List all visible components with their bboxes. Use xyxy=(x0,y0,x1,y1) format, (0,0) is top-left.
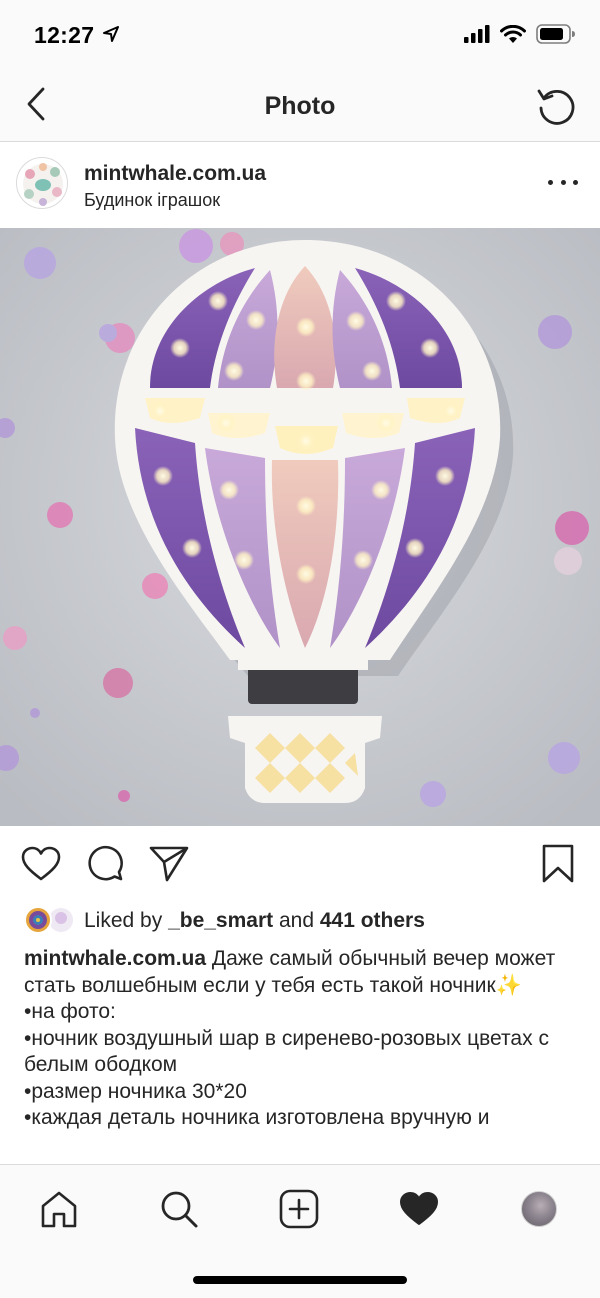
home-icon xyxy=(41,1191,77,1228)
avatar-image xyxy=(23,163,63,206)
like-button[interactable] xyxy=(21,844,61,884)
avatar[interactable] xyxy=(16,157,68,209)
caption-line: •на фото: xyxy=(24,1000,116,1023)
tab-profile[interactable] xyxy=(517,1187,561,1231)
post-header: mintwhale.com.ua Будинок іграшок xyxy=(0,142,600,228)
signal-icon xyxy=(464,25,490,43)
liked-by-user[interactable]: _be_smart xyxy=(168,909,273,932)
search-icon xyxy=(161,1191,198,1228)
status-icons xyxy=(464,24,576,44)
status-bar: 12:27 xyxy=(0,0,600,70)
tab-new-post[interactable] xyxy=(277,1187,321,1231)
tab-home[interactable] xyxy=(37,1187,81,1231)
save-button[interactable] xyxy=(538,844,578,884)
comment-button[interactable] xyxy=(85,844,125,884)
more-options-button[interactable] xyxy=(548,172,578,192)
balloon-night-light-photo xyxy=(0,228,600,826)
comment-icon xyxy=(88,845,123,881)
heart-icon xyxy=(21,846,61,881)
caption-username[interactable]: mintwhale.com.ua xyxy=(24,947,206,970)
post-location[interactable]: Будинок іграшок xyxy=(84,190,220,211)
battery-icon xyxy=(536,24,575,44)
bookmark-icon xyxy=(542,844,574,883)
liker-avatars[interactable] xyxy=(24,905,76,935)
post-caption: mintwhale.com.ua Даже самый обычный вече… xyxy=(24,946,576,1132)
more-icon xyxy=(548,179,553,185)
likes-text[interactable]: Liked by _be_smart and 441 others xyxy=(84,909,425,933)
share-button[interactable] xyxy=(149,844,189,884)
share-icon xyxy=(149,846,189,882)
likes-row: Liked by _be_smart and 441 others xyxy=(0,900,600,940)
caption-line: •ночник воздушный шар в сиренево-розовых… xyxy=(24,1026,549,1077)
location-arrow-icon xyxy=(103,26,120,42)
home-indicator[interactable] xyxy=(193,1276,407,1284)
refresh-button[interactable] xyxy=(534,84,578,128)
activity-heart-icon xyxy=(400,1192,438,1225)
refresh-icon xyxy=(537,89,575,125)
post-username[interactable]: mintwhale.com.ua xyxy=(84,162,266,186)
add-icon xyxy=(279,1189,319,1229)
status-time: 12:27 xyxy=(34,22,120,49)
profile-avatar xyxy=(521,1191,557,1227)
page-title: Photo xyxy=(264,92,336,120)
wifi-icon xyxy=(500,24,526,43)
likes-count[interactable]: 441 others xyxy=(320,909,425,932)
tab-search[interactable] xyxy=(157,1187,201,1231)
tab-activity[interactable] xyxy=(397,1187,441,1231)
liker-avatar-images xyxy=(24,906,75,934)
caption-line: •размер ночника 30*20 xyxy=(24,1079,247,1103)
caption-line: •каждая деталь ночника изготовлена вручн… xyxy=(24,1106,490,1129)
action-bar xyxy=(0,826,600,900)
post-photo[interactable] xyxy=(0,228,600,826)
nav-bar: Photo xyxy=(0,70,600,142)
